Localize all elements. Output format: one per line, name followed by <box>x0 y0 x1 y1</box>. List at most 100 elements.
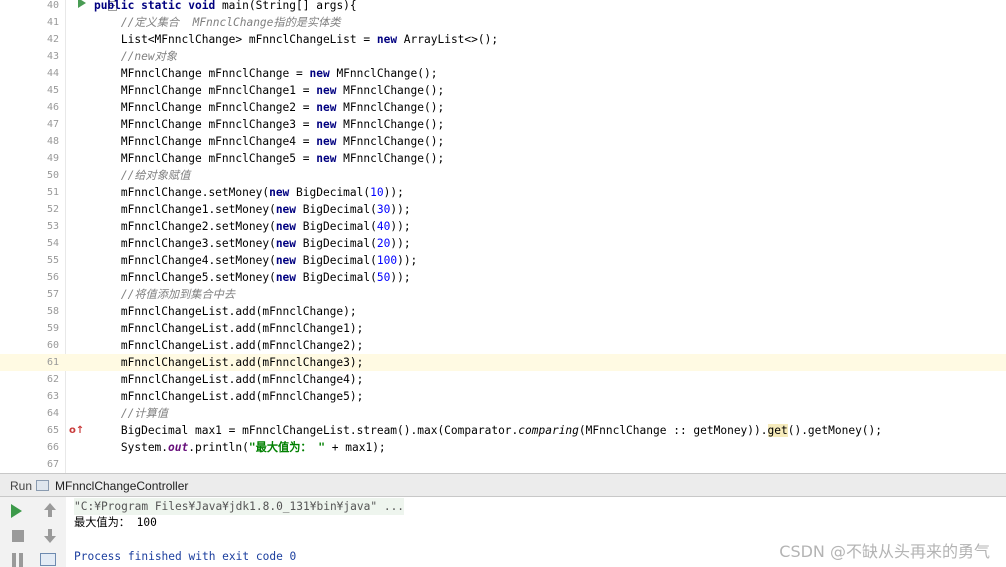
code-editor[interactable]: 40 public static void main(String[] args… <box>0 0 1006 473</box>
code-text: mFnnclChangeList.add(mFnnclChange); <box>67 303 357 320</box>
run-toolbar <box>0 497 67 567</box>
code-token: .println( <box>188 441 249 454</box>
code-token: public static void <box>93 0 216 12</box>
code-token: mFnnclChangeList.add(mFnnclChange2); <box>67 339 364 352</box>
run-tab-label[interactable]: Run <box>10 479 32 493</box>
code-text: MFnnclChange mFnnclChange1 = new MFnnclC… <box>67 82 444 99</box>
code-line[interactable]: 54 mFnnclChange3.setMoney(new BigDecimal… <box>0 235 1006 252</box>
code-line[interactable]: 50 //给对象赋值 <box>0 167 1006 184</box>
code-token: new <box>269 186 290 199</box>
line-number: 51 <box>46 187 59 198</box>
code-line[interactable]: 52 mFnnclChange1.setMoney(new BigDecimal… <box>0 201 1006 218</box>
scroll-down-icon[interactable] <box>42 529 58 545</box>
line-number: 64 <box>46 408 59 419</box>
code-token: System. <box>67 441 169 454</box>
code-token: main(String[] args){ <box>215 0 357 12</box>
code-token: (MFnnclChange :: getMoney)). <box>578 424 768 437</box>
run-tool-window-header: Run MFnnclChangeController <box>0 473 1006 497</box>
code-line[interactable]: 43 //new对象 <box>0 48 1006 65</box>
code-line[interactable]: 42 List<MFnnclChange> mFnnclChangeList =… <box>0 31 1006 48</box>
code-token: new <box>316 118 337 131</box>
code-line[interactable]: 64 //计算值 <box>0 405 1006 422</box>
code-line[interactable]: 45 MFnnclChange mFnnclChange1 = new MFnn… <box>0 82 1006 99</box>
code-line[interactable]: 56 mFnnclChange5.setMoney(new BigDecimal… <box>0 269 1006 286</box>
code-line[interactable]: 63 mFnnclChangeList.add(mFnnclChange5); <box>0 388 1006 405</box>
watermark: CSDN @不缺从头再来的勇气 <box>779 542 990 561</box>
code-line[interactable]: 51 mFnnclChange.setMoney(new BigDecimal(… <box>0 184 1006 201</box>
code-token: new <box>275 271 297 284</box>
run-config-name[interactable]: MFnnclChangeController <box>55 479 188 493</box>
line-number: 53 <box>46 221 59 232</box>
line-number: 54 <box>46 238 59 249</box>
code-token: new <box>316 135 337 148</box>
line-number: 50 <box>46 170 59 181</box>
code-line[interactable]: 67 <box>0 456 1006 473</box>
line-number: 52 <box>46 204 59 215</box>
code-token: new <box>316 152 337 165</box>
code-token: MFnnclChange mFnnclChange5 = <box>67 152 317 165</box>
code-line[interactable]: 53 mFnnclChange2.setMoney(new BigDecimal… <box>0 218 1006 235</box>
code-token: )); <box>390 203 411 216</box>
code-token: new <box>275 254 297 267</box>
code-token: //定义集合 MFnnclChange指的是实体类 <box>120 16 341 29</box>
code-token: mFnnclChange3.setMoney( <box>67 237 276 250</box>
code-line[interactable]: 44 MFnnclChange mFnnclChange = new MFnnc… <box>0 65 1006 82</box>
line-number: 59 <box>46 323 59 334</box>
line-number: 61 <box>46 357 59 368</box>
code-text: mFnnclChange1.setMoney(new BigDecimal(30… <box>67 201 411 218</box>
code-line[interactable]: 40 public static void main(String[] args… <box>0 0 1006 14</box>
code-token: )); <box>397 254 418 267</box>
code-token: MFnnclChange(); <box>336 152 445 165</box>
code-token: BigDecimal( <box>296 271 377 284</box>
stop-icon[interactable] <box>12 530 24 542</box>
code-text: mFnnclChangeList.add(mFnnclChange1); <box>67 320 364 337</box>
line-number: 42 <box>46 34 59 45</box>
code-token: MFnnclChange mFnnclChange2 = <box>67 101 317 114</box>
console-exit-message: Process finished with exit code 0 <box>74 550 297 563</box>
code-token: //将值添加到集合中去 <box>120 288 236 301</box>
code-line[interactable]: 46 MFnnclChange mFnnclChange2 = new MFnn… <box>0 99 1006 116</box>
code-line[interactable]: 41 //定义集合 MFnnclChange指的是实体类 <box>0 14 1006 31</box>
code-text: MFnnclChange mFnnclChange2 = new MFnnclC… <box>67 99 444 116</box>
pause-icon[interactable] <box>12 553 24 567</box>
code-token: mFnnclChangeList.add(mFnnclChange5); <box>67 390 364 403</box>
code-text: MFnnclChange mFnnclChange4 = new MFnnclC… <box>67 133 444 150</box>
scroll-up-icon[interactable] <box>42 503 58 519</box>
code-token: MFnnclChange(); <box>336 101 445 114</box>
code-line[interactable]: 48 MFnnclChange mFnnclChange4 = new MFnn… <box>0 133 1006 150</box>
config-icon <box>36 480 49 491</box>
code-text: mFnnclChangeList.add(mFnnclChange5); <box>67 388 364 405</box>
code-line[interactable]: 66 System.out.println("最大值为： " + max1); <box>0 439 1006 456</box>
code-token: mFnnclChange4.setMoney( <box>67 254 276 267</box>
code-line[interactable]: 59 mFnnclChangeList.add(mFnnclChange1); <box>0 320 1006 337</box>
code-line[interactable]: 62 mFnnclChangeList.add(mFnnclChange4); <box>0 371 1006 388</box>
code-text: mFnnclChangeList.add(mFnnclChange4); <box>67 371 364 388</box>
code-token: 40 <box>376 220 391 233</box>
code-token: )); <box>390 237 411 250</box>
line-number: 48 <box>46 136 59 147</box>
line-number: 60 <box>46 340 59 351</box>
code-token: //new对象 <box>120 50 177 63</box>
code-text: mFnnclChangeList.add(mFnnclChange2); <box>67 337 364 354</box>
line-number: 46 <box>46 102 59 113</box>
layout-icon[interactable] <box>40 553 56 566</box>
code-line[interactable]: 60 mFnnclChangeList.add(mFnnclChange2); <box>0 337 1006 354</box>
code-token: MFnnclChange(); <box>336 135 445 148</box>
code-token: ArrayList<>(); <box>397 33 499 46</box>
code-line[interactable]: 58 mFnnclChangeList.add(mFnnclChange); <box>0 303 1006 320</box>
code-line[interactable]: 65 o↑ BigDecimal max1 = mFnnclChangeList.… <box>0 422 1006 439</box>
line-number: 65 <box>46 425 59 436</box>
code-token: 20 <box>376 237 391 250</box>
code-line[interactable]: 47 MFnnclChange mFnnclChange3 = new MFnn… <box>0 116 1006 133</box>
line-number: 58 <box>46 306 59 317</box>
rerun-icon[interactable] <box>11 504 22 518</box>
line-number: 62 <box>46 374 59 385</box>
code-line[interactable]: 55 mFnnclChange4.setMoney(new BigDecimal… <box>0 252 1006 269</box>
code-line[interactable]: 49 MFnnclChange mFnnclChange5 = new MFnn… <box>0 150 1006 167</box>
code-text: mFnnclChange5.setMoney(new BigDecimal(50… <box>67 269 411 286</box>
code-token: new <box>309 67 330 80</box>
code-line[interactable]: 57 //将值添加到集合中去 <box>0 286 1006 303</box>
code-token: )); <box>390 220 411 233</box>
code-line[interactable]: 61 mFnnclChangeList.add(mFnnclChange3); <box>0 354 1006 371</box>
